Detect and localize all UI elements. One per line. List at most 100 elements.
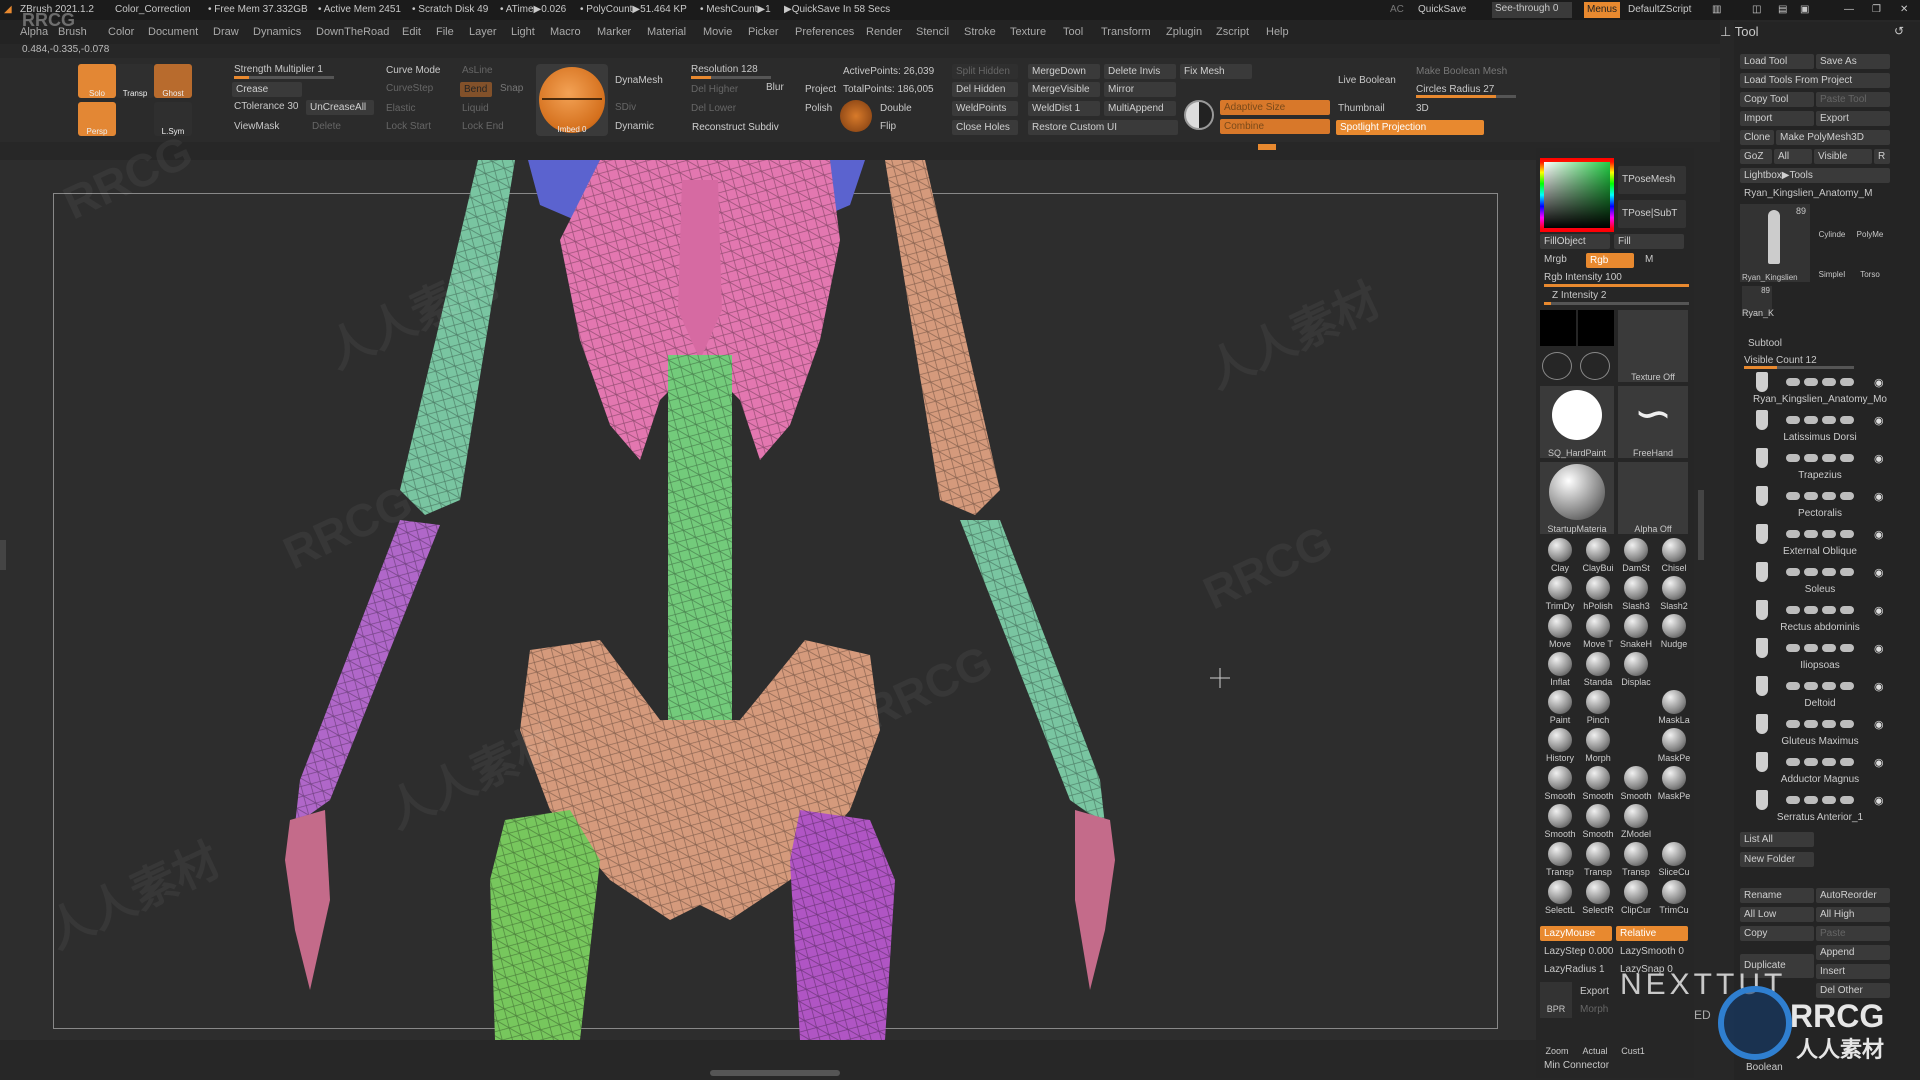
subtool-header[interactable]: Subtool [1748, 338, 1782, 349]
rgb-button[interactable]: Rgb [1586, 253, 1634, 268]
eye-icon[interactable]: ◉ [1874, 718, 1884, 731]
subtool-paint-icon[interactable] [1840, 530, 1854, 538]
subtool-name[interactable]: Iliopsoas [1750, 660, 1890, 671]
eye-icon[interactable]: ◉ [1874, 642, 1884, 655]
subtool-toggle[interactable] [1786, 416, 1800, 424]
rgb-intensity-slider[interactable]: Rgb Intensity 100 [1544, 272, 1622, 283]
relative-button[interactable]: Relative [1616, 926, 1688, 941]
menu-draw[interactable]: Draw [213, 20, 239, 44]
texture-slot[interactable]: Texture Off [1618, 310, 1688, 382]
subtool-paint-icon[interactable] [1840, 644, 1854, 652]
copy-tool-button[interactable]: Copy Tool [1740, 92, 1814, 107]
draw-size-dial[interactable]: Imbed 0 [536, 64, 608, 136]
eye-icon[interactable]: ◉ [1874, 414, 1884, 427]
subtool-paint-icon[interactable] [1840, 568, 1854, 576]
circles-radius-slider[interactable]: Circles Radius 27 [1416, 84, 1494, 95]
strength-multiplier[interactable]: Strength Multiplier 1 [234, 64, 323, 75]
main-color-swatch[interactable] [1540, 310, 1576, 346]
polymesh-tool[interactable]: PolyMe [1852, 206, 1888, 240]
subtool-toggle[interactable] [1786, 568, 1800, 576]
brush-item[interactable]: ZModel [1618, 804, 1654, 839]
weldpoints-button[interactable]: WeldPoints [952, 101, 1018, 116]
elastic-button[interactable]: Elastic [386, 103, 415, 114]
subtool-toggle[interactable] [1804, 682, 1818, 690]
menu-stroke[interactable]: Stroke [964, 20, 996, 44]
brush-item[interactable]: TrimCu [1656, 880, 1692, 915]
curvestep-slider[interactable]: CurveStep [386, 83, 433, 94]
clone-button[interactable]: Clone [1740, 130, 1774, 145]
viewmask-button[interactable]: ViewMask [234, 121, 279, 132]
cylinder-tool[interactable]: Cylinde [1814, 206, 1850, 240]
subtool-paint-icon[interactable] [1840, 492, 1854, 500]
window-icon[interactable]: ◫ [1752, 0, 1761, 20]
subtool-toggle[interactable] [1786, 606, 1800, 614]
eye-icon[interactable]: ◉ [1874, 680, 1884, 693]
min-connector-slider[interactable]: Min Connector [1544, 1060, 1609, 1071]
shelf-scroll-handle[interactable] [1258, 144, 1276, 150]
brush-item[interactable]: Smooth [1542, 804, 1578, 839]
brush-item[interactable]: Smooth [1618, 766, 1654, 801]
simplebrush-tool[interactable]: SimpleI [1814, 246, 1850, 280]
menu-zscript[interactable]: Zscript [1216, 20, 1249, 44]
new-folder-button[interactable]: New Folder [1740, 852, 1814, 867]
restore-custom-ui-button[interactable]: Restore Custom UI [1028, 120, 1178, 135]
menu-macro[interactable]: Macro [550, 20, 581, 44]
brush-item[interactable]: Standa [1580, 652, 1616, 687]
menu-movie[interactable]: Movie [703, 20, 732, 44]
subtool-toggle[interactable] [1804, 568, 1818, 576]
close-holes-button[interactable]: Close Holes [952, 120, 1018, 135]
delete-button[interactable]: Delete [312, 121, 341, 132]
brush-item[interactable]: SnakeH [1618, 614, 1654, 649]
menu-document[interactable]: Document [148, 20, 198, 44]
fill-button[interactable]: Fill [1614, 234, 1684, 249]
visible-count-slider[interactable]: Visible Count 12 [1744, 355, 1817, 366]
3d-button[interactable]: 3D [1416, 103, 1429, 114]
left-tray-handle[interactable] [0, 540, 6, 570]
stroke-slot[interactable]: ∽ FreeHand [1618, 386, 1688, 458]
brush-item[interactable]: hPolish [1580, 576, 1616, 611]
minimize-icon[interactable]: — [1844, 0, 1854, 20]
subtool-toggle[interactable] [1786, 796, 1800, 804]
subtool-name[interactable]: Serratus Anterior_1 [1750, 812, 1890, 823]
quicksave-button[interactable]: QuickSave [1418, 0, 1466, 20]
menu-help[interactable]: Help [1266, 20, 1289, 44]
eye-icon[interactable]: ◉ [1874, 376, 1884, 389]
color-picker[interactable] [1540, 158, 1614, 232]
brush-item[interactable]: Transp [1542, 842, 1578, 877]
subtool-row[interactable]: ◉ [1752, 562, 1892, 582]
eye-icon[interactable]: ◉ [1874, 566, 1884, 579]
subtool-toggle[interactable] [1786, 644, 1800, 652]
subtool-row[interactable]: ◉ [1752, 638, 1892, 658]
subtool-toggle[interactable] [1804, 378, 1818, 386]
export-small-button[interactable]: Export [1580, 986, 1609, 997]
brush-item[interactable]: SliceCu [1656, 842, 1692, 877]
subtool-toggle[interactable] [1804, 492, 1818, 500]
subtool-toggle[interactable] [1822, 682, 1836, 690]
del-lower-button[interactable]: Del Lower [691, 103, 736, 114]
export-button[interactable]: Export [1816, 111, 1890, 126]
subtool-toggle[interactable] [1822, 720, 1836, 728]
menu-picker[interactable]: Picker [748, 20, 779, 44]
subtool-name[interactable]: Adductor Magnus [1750, 774, 1890, 785]
brush-item[interactable]: SelectL [1542, 880, 1578, 915]
fillobject-button[interactable]: FillObject [1540, 234, 1610, 249]
brush-item[interactable]: Nudge [1656, 614, 1692, 649]
lazyradius-slider[interactable]: LazyRadius 1 [1544, 964, 1605, 975]
welddist-slider[interactable]: WeldDist 1 [1028, 101, 1100, 116]
layout-icon[interactable]: ▥ [1712, 0, 1721, 20]
brush-item[interactable]: Move T [1580, 614, 1616, 649]
resolution-slider[interactable]: Resolution 128 [691, 64, 758, 75]
brush-item[interactable]: Clay [1542, 538, 1578, 573]
subtool-row[interactable]: ◉ [1752, 486, 1892, 506]
save-as-button[interactable]: Save As [1816, 54, 1890, 69]
subtool-toggle[interactable] [1804, 644, 1818, 652]
flip-button[interactable]: Flip [880, 121, 896, 132]
menu-downtheroad[interactable]: DownTheRoad [316, 20, 389, 44]
brush-item[interactable]: Displac [1618, 652, 1654, 687]
paste-tool-button[interactable]: Paste Tool [1816, 92, 1890, 107]
dynamic-button[interactable]: Dynamic [615, 121, 654, 132]
subtool-toggle[interactable] [1822, 378, 1836, 386]
close-icon[interactable]: ✕ [1900, 0, 1908, 20]
menu-file[interactable]: File [436, 20, 454, 44]
double-button[interactable]: Double [880, 103, 912, 114]
